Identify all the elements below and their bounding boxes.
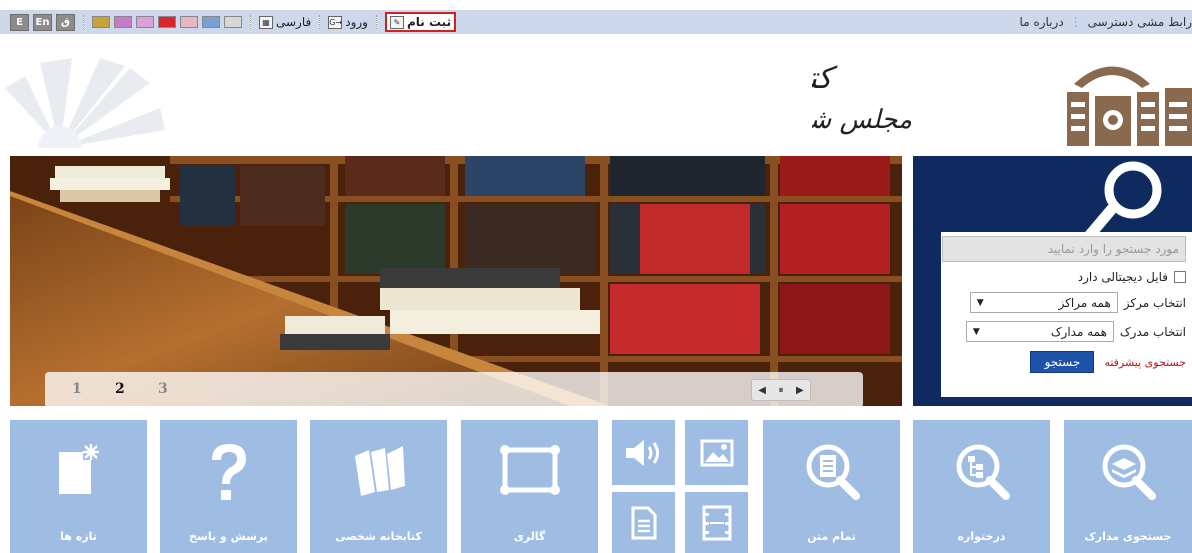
language-label: فارسی	[276, 15, 312, 29]
grid-icon: ▦	[259, 15, 273, 29]
document-search-icon	[1102, 444, 1156, 500]
tool-separator	[83, 15, 84, 29]
slider-controls: ◀ ⏸ ▶	[751, 379, 811, 401]
tool-separator	[319, 15, 321, 29]
logo-line2: مجلس شورای اسلامی	[812, 105, 912, 135]
hero-banner[interactable]	[10, 156, 902, 406]
digital-file-label: فایل دیجیتالی دارد	[1077, 270, 1168, 284]
language-link[interactable]: ▦ فارسی	[259, 15, 311, 29]
chevron-down-icon: ▼	[972, 326, 980, 337]
register-label: ثبت نام	[406, 15, 452, 29]
tile-audio[interactable]	[612, 420, 675, 485]
theme-swatch-pink[interactable]	[136, 16, 154, 28]
top-links: رابط مشی دسترسی ⋮ درباره ما	[1020, 14, 1192, 30]
next-slide-icon[interactable]: ▶	[796, 385, 804, 396]
center-value: همه مراکز	[1058, 295, 1111, 310]
login-icon: G→	[328, 15, 343, 29]
theme-swatch-violet[interactable]	[114, 16, 132, 28]
top-tools: E En ق ▦ فارسی G→ ورود ✎ ثبت نام	[10, 12, 457, 32]
tile-full-text[interactable]: تمام متن	[763, 420, 900, 553]
pause-icon[interactable]: ⏸	[779, 385, 784, 396]
tile-label: تمام متن	[807, 530, 856, 543]
prev-slide-icon[interactable]: ◀	[758, 385, 766, 396]
gallery-icon	[499, 445, 560, 495]
doc-row: انتخاب مدرک همه مدارک ▼	[941, 321, 1186, 342]
lang-button-e[interactable]: E	[10, 13, 29, 31]
question-icon	[211, 444, 246, 500]
tile-label: درختواره	[957, 530, 1006, 543]
policy-link[interactable]: رابط مشی دسترسی	[1088, 15, 1192, 29]
tile-label: کتابخانه شخصی	[335, 530, 422, 543]
digital-file-row: فایل دیجیتالی دارد	[941, 270, 1186, 284]
tile-label: گالری	[513, 530, 546, 543]
decorative-emblem	[5, 58, 165, 148]
edit-icon: ✎	[389, 15, 404, 29]
audio-icon	[625, 439, 659, 466]
center-label: انتخاب مرکز	[1123, 295, 1186, 310]
center-row: انتخاب مرکز همه مراکز ▼	[941, 292, 1186, 313]
lang-button-q[interactable]: ق	[56, 13, 75, 31]
theme-swatch-blue[interactable]	[202, 16, 220, 28]
slide-page-3[interactable]: 3	[158, 381, 168, 397]
tile-text[interactable]	[612, 492, 675, 553]
search-placeholder: مورد جستجو را وارد نمایید	[1047, 242, 1179, 256]
slide-page-2[interactable]: 2	[115, 381, 125, 397]
slide-page-1[interactable]: 1	[72, 381, 82, 397]
text-icon	[631, 506, 656, 539]
books-icon	[354, 446, 405, 496]
tile-video[interactable]	[685, 492, 748, 553]
tile-document-search[interactable]: جستجوی مدارک	[1064, 420, 1192, 553]
tile-qa[interactable]: پرسش و پاسخ	[160, 420, 297, 553]
advanced-search-link[interactable]: جستجوی پیشرفته	[1104, 356, 1186, 369]
top-bar: رابط مشی دسترسی ⋮ درباره ما E En ق ▦ فار…	[0, 0, 1192, 38]
doc-select[interactable]: همه مدارک ▼	[965, 321, 1114, 342]
theme-swatch-gold[interactable]	[92, 16, 110, 28]
about-link[interactable]: درباره ما	[1020, 15, 1064, 29]
search-input[interactable]: مورد جستجو را وارد نمایید	[942, 236, 1186, 262]
tile-label: پرسش و پاسخ	[189, 530, 268, 543]
new-items-icon	[58, 444, 99, 494]
tile-label: تازه ها	[60, 530, 97, 543]
center-select[interactable]: همه مراکز ▼	[969, 292, 1118, 313]
logo-emblem: کتابخانه،موزه،ومرکزاسناد مجلس شورای اسلا…	[514, 61, 1192, 146]
doc-value: همه مدارک	[1050, 324, 1107, 339]
login-label: ورود	[345, 15, 368, 29]
tile-new-items[interactable]: تازه ها	[10, 420, 147, 553]
slider-pager: 1 2 3 ◀ ⏸ ▶	[45, 372, 863, 408]
tile-label: جستجوی مدارک	[1084, 530, 1172, 543]
magnifier-icon	[1083, 161, 1162, 240]
library-banner-image	[10, 156, 902, 406]
tile-personal-library[interactable]: کتابخانه شخصی	[310, 420, 447, 553]
site-logo[interactable]: کتابخانه،موزه،ومرکزاسناد مجلس شورای اسلا…	[514, 44, 1192, 150]
register-link[interactable]: ✎ ثبت نام	[384, 12, 457, 32]
image-icon	[700, 439, 733, 466]
tool-separator	[250, 15, 251, 29]
search-button[interactable]: جستجو	[1030, 351, 1095, 373]
tile-tree[interactable]: درختواره	[913, 420, 1050, 553]
search-form: مورد جستجو را وارد نمایید فایل دیجیتالی …	[941, 232, 1192, 397]
theme-swatch-rose[interactable]	[180, 16, 198, 28]
doc-label: انتخاب مدرک	[1119, 324, 1186, 339]
lang-button-en[interactable]: En	[33, 13, 52, 31]
digital-file-checkbox[interactable]	[1174, 271, 1186, 283]
search-panel: مورد جستجو را وارد نمایید فایل دیجیتالی …	[913, 156, 1192, 406]
video-icon	[702, 505, 731, 540]
login-link[interactable]: G→ ورود	[328, 15, 368, 29]
tile-image[interactable]	[685, 420, 748, 485]
tile-gallery[interactable]: گالری	[461, 420, 598, 553]
theme-swatch-gray[interactable]	[224, 16, 242, 28]
tool-separator	[375, 15, 377, 29]
chevron-down-icon: ▼	[976, 297, 984, 308]
search-actions: جستجوی پیشرفته جستجو	[941, 351, 1186, 373]
fulltext-icon	[806, 444, 860, 500]
theme-swatch-red[interactable]	[158, 16, 176, 28]
logo-line1: کتابخانه،موزه،ومرکزاسناد	[812, 61, 838, 96]
link-separator: ⋮	[1069, 15, 1082, 29]
tree-icon	[956, 444, 1010, 500]
